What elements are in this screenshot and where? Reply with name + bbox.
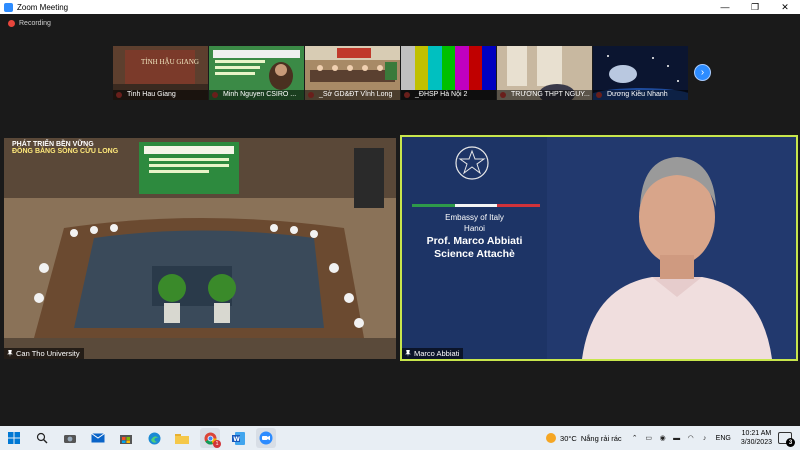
- chevron-right-icon: ›: [700, 67, 705, 78]
- participant-thumbnail[interactable]: TỈNH HẬU GIANG Tinh Hau Giang: [113, 46, 208, 100]
- participant-thumbnail[interactable]: _Sở GD&ĐT Vĩnh Long: [305, 46, 400, 100]
- caption-line-2: Hanoi: [464, 224, 485, 233]
- title-bar: Zoom Meeting — ❐ ✕: [0, 0, 800, 14]
- svg-text:W: W: [233, 436, 240, 443]
- participant-name-tag: Can Tho University: [4, 348, 84, 359]
- caption-line-4: Science Attachè: [434, 248, 515, 260]
- language-indicator[interactable]: ENG: [716, 435, 731, 442]
- battery-icon[interactable]: ▬: [672, 433, 682, 443]
- window-controls: — ❐ ✕: [710, 0, 800, 14]
- wifi-icon[interactable]: ◠: [686, 433, 696, 443]
- participant-name: TRƯỜNG THPT NGUY...: [497, 90, 592, 100]
- notification-badge: 1: [213, 440, 221, 448]
- conference-room-video: [4, 138, 396, 359]
- weather-temp: 30°C: [560, 433, 577, 443]
- pin-icon: [7, 350, 13, 357]
- maximize-button[interactable]: ❐: [740, 0, 770, 14]
- participant-strip: TỈNH HẬU GIANG Tinh Hau Giang Minh Nguye…: [113, 46, 693, 101]
- pin-icon: [405, 350, 411, 357]
- event-banner: PHÁT TRIỂN BỀN VỮNG ĐỒNG BẰNG SÔNG CỬU L…: [12, 141, 118, 155]
- mail-icon[interactable]: [88, 428, 108, 448]
- zoom-icon[interactable]: [256, 428, 276, 448]
- weather-widget[interactable]: 30°C Nắng rải rác: [546, 433, 622, 443]
- next-page-button[interactable]: ›: [694, 64, 711, 81]
- participant-name-tag: Marco Abbiati: [402, 348, 464, 359]
- participant-name: Minh Nguyen CSIRO ...: [209, 90, 304, 100]
- caption-line-1: Embassy of Italy: [445, 213, 504, 222]
- camera-tray-icon[interactable]: ▭: [644, 433, 654, 443]
- participant-name: Dương Kiều Nhanh: [593, 90, 688, 100]
- clock-date: 3/30/2023: [740, 439, 772, 446]
- notification-center-icon[interactable]: 3: [778, 432, 795, 447]
- participant-thumbnail[interactable]: Minh Nguyen CSIRO ...: [209, 46, 304, 100]
- record-icon: [8, 20, 15, 27]
- sun-icon: [546, 433, 557, 443]
- weather-desc: Nắng rải rác: [580, 433, 622, 443]
- banner-line-1: PHÁT TRIỂN BỀN VỮNG: [12, 141, 94, 148]
- camera-icon[interactable]: [60, 428, 80, 448]
- zoom-tray-icon[interactable]: ◉: [658, 433, 668, 443]
- word-icon[interactable]: W: [228, 428, 248, 448]
- window-title: Zoom Meeting: [17, 2, 69, 12]
- taskbar: 1 W 30°C Nắng rải rác ⌃ ▭ ◉ ▬ ◠ ♪ ENG 10…: [0, 426, 800, 450]
- store-icon[interactable]: [116, 428, 136, 448]
- minimize-button[interactable]: —: [710, 0, 740, 14]
- notification-count: 3: [786, 438, 795, 447]
- file-explorer-icon[interactable]: [172, 428, 192, 448]
- chevron-up-icon[interactable]: ⌃: [630, 433, 640, 443]
- recording-label: Recording: [19, 20, 51, 27]
- close-button[interactable]: ✕: [770, 0, 800, 14]
- screen-text: TỈNH HẬU GIANG: [141, 58, 199, 66]
- windows-start-icon[interactable]: [4, 428, 24, 448]
- participant-name: Tinh Hau Giang: [113, 90, 208, 100]
- participant-name: _ĐHSP Hà Nội 2: [401, 90, 496, 100]
- video-can-tho-university[interactable]: PHÁT TRIỂN BỀN VỮNG ĐỒNG BẰNG SÔNG CỬU L…: [4, 138, 396, 359]
- participant-name: Marco Abbiati: [414, 349, 460, 358]
- banner-line-2: ĐỒNG BẰNG SÔNG CỬU LONG: [12, 148, 119, 155]
- participant-thumbnail[interactable]: TRƯỜNG THPT NGUY...: [497, 46, 592, 100]
- search-icon[interactable]: [32, 428, 52, 448]
- clock[interactable]: 10:21 AM 3/30/2023: [741, 429, 772, 447]
- chrome-icon[interactable]: 1: [200, 428, 221, 448]
- participant-thumbnail[interactable]: _ĐHSP Hà Nội 2: [401, 46, 496, 100]
- embassy-caption: Embassy of Italy Hanoi Prof. Marco Abbia…: [402, 137, 547, 359]
- participant-name: _Sở GD&ĐT Vĩnh Long: [305, 90, 400, 100]
- edge-icon[interactable]: [144, 428, 164, 448]
- volume-icon[interactable]: ♪: [700, 433, 710, 443]
- clock-time: 10:21 AM: [741, 430, 772, 437]
- participant-thumbnail[interactable]: Dương Kiều Nhanh: [593, 46, 688, 100]
- video-marco-abbiati[interactable]: Embassy of Italy Hanoi Prof. Marco Abbia…: [400, 135, 798, 361]
- recording-indicator[interactable]: Recording: [8, 20, 51, 27]
- meeting-area: Recording TỈNH HẬU GIANG Tinh Hau Giang: [0, 14, 800, 426]
- system-tray: 30°C Nắng rải rác ⌃ ▭ ◉ ▬ ◠ ♪ ENG 10:21 …: [546, 426, 800, 450]
- zoom-app-icon: [4, 2, 13, 12]
- caption-line-3: Prof. Marco Abbiati: [426, 235, 523, 247]
- participant-name: Can Tho University: [16, 349, 80, 358]
